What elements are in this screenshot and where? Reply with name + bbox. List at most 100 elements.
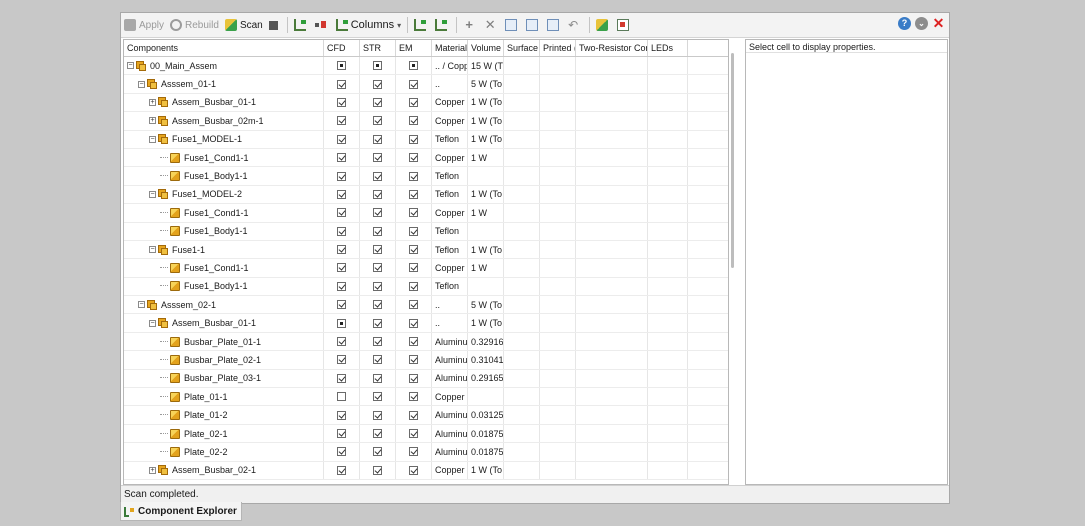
cell-material[interactable]: .. / Copp bbox=[432, 57, 468, 75]
collapse-node-icon[interactable]: − bbox=[149, 135, 156, 143]
cell-printed[interactable] bbox=[540, 112, 576, 130]
table-row[interactable]: + Assem_Busbar_02m-1 Copper 1 W (To bbox=[124, 112, 728, 131]
cell-two-resistor[interactable] bbox=[576, 167, 648, 185]
cell-volume[interactable]: 0.01875: bbox=[468, 443, 504, 461]
em-checkbox[interactable] bbox=[409, 447, 418, 457]
cell-two-resistor[interactable] bbox=[576, 222, 648, 240]
cfd-checkbox[interactable] bbox=[337, 171, 346, 181]
cell-two-resistor[interactable] bbox=[576, 75, 648, 93]
header-em[interactable]: EM bbox=[396, 40, 432, 56]
str-checkbox[interactable] bbox=[373, 392, 382, 402]
str-checkbox[interactable] bbox=[373, 134, 382, 144]
cell-printed[interactable] bbox=[540, 424, 576, 443]
table-row[interactable]: Plate_01-1 Copper bbox=[124, 388, 728, 407]
cfd-checkbox[interactable] bbox=[337, 447, 346, 457]
cell-component[interactable]: Fuse1_Cond1-1 bbox=[124, 148, 324, 167]
cell-leds[interactable] bbox=[648, 185, 688, 204]
cell-material[interactable]: Aluminu bbox=[432, 369, 468, 388]
cell-component[interactable]: Fuse1_Body1-1 bbox=[124, 277, 324, 296]
table-row[interactable]: Fuse1_Cond1-1 Copper 1 W bbox=[124, 259, 728, 278]
cell-volume[interactable]: 1 W bbox=[468, 259, 504, 277]
cell-printed[interactable] bbox=[540, 167, 576, 185]
str-checkbox[interactable] bbox=[373, 61, 382, 71]
cell-component[interactable]: + Assem_Busbar_02-1 bbox=[124, 461, 324, 479]
str-checkbox[interactable] bbox=[373, 208, 382, 218]
em-checkbox[interactable] bbox=[409, 208, 418, 218]
cell-volume[interactable]: 0.01875: bbox=[468, 424, 504, 443]
cell-printed[interactable] bbox=[540, 314, 576, 332]
cell-material[interactable]: Aluminu bbox=[432, 443, 468, 461]
table-row[interactable]: Fuse1_Cond1-1 Copper 1 W bbox=[124, 204, 728, 223]
cell-two-resistor[interactable] bbox=[576, 388, 648, 406]
collapse-node-icon[interactable]: − bbox=[138, 80, 145, 88]
cfd-checkbox[interactable] bbox=[337, 429, 346, 438]
cell-two-resistor[interactable] bbox=[576, 424, 648, 443]
cell-surface[interactable] bbox=[504, 277, 540, 296]
add-button[interactable]: + bbox=[460, 15, 481, 35]
em-checkbox[interactable] bbox=[409, 134, 418, 144]
str-checkbox[interactable] bbox=[373, 355, 382, 365]
cell-printed[interactable] bbox=[540, 148, 576, 167]
cell-component[interactable]: + Assem_Busbar_02m-1 bbox=[124, 112, 324, 130]
em-checkbox[interactable] bbox=[409, 429, 418, 438]
cell-leds[interactable] bbox=[648, 461, 688, 479]
em-checkbox[interactable] bbox=[409, 97, 418, 107]
table-row[interactable]: Busbar_Plate_03-1 Aluminu 0.29165! bbox=[124, 369, 728, 389]
cell-two-resistor[interactable] bbox=[576, 240, 648, 259]
em-checkbox[interactable] bbox=[409, 373, 418, 383]
cell-volume[interactable]: 1 W bbox=[468, 204, 504, 222]
str-checkbox[interactable] bbox=[373, 373, 382, 383]
cell-volume[interactable] bbox=[468, 388, 504, 406]
cell-component[interactable]: Busbar_Plate_02-1 bbox=[124, 351, 324, 369]
cell-two-resistor[interactable] bbox=[576, 57, 648, 75]
cfd-checkbox[interactable] bbox=[337, 392, 346, 402]
cell-volume[interactable] bbox=[468, 167, 504, 185]
cell-printed[interactable] bbox=[540, 130, 576, 148]
collapse-node-icon[interactable]: − bbox=[127, 62, 134, 70]
str-checkbox[interactable] bbox=[373, 410, 382, 420]
cfd-checkbox[interactable] bbox=[337, 226, 346, 236]
cell-material[interactable]: Teflon bbox=[432, 167, 468, 185]
cell-two-resistor[interactable] bbox=[576, 369, 648, 388]
materials-button[interactable] bbox=[593, 15, 614, 35]
header-two-resistor[interactable]: Two-Resistor Cor bbox=[576, 40, 648, 56]
cell-leds[interactable] bbox=[648, 148, 688, 167]
cell-leds[interactable] bbox=[648, 167, 688, 185]
cell-two-resistor[interactable] bbox=[576, 112, 648, 130]
cell-component[interactable]: − Fuse1-1 bbox=[124, 240, 324, 259]
cell-material[interactable]: Aluminu bbox=[432, 332, 468, 351]
vertical-scrollbar[interactable] bbox=[731, 53, 734, 268]
paste-button[interactable] bbox=[544, 15, 565, 35]
cell-component[interactable]: Fuse1_Cond1-1 bbox=[124, 259, 324, 277]
cell-material[interactable]: Copper bbox=[432, 93, 468, 112]
cell-leds[interactable] bbox=[648, 277, 688, 296]
table-row[interactable]: Plate_01-2 Aluminu 0.03125( bbox=[124, 406, 728, 425]
expand-tree-button[interactable] bbox=[291, 15, 312, 35]
cell-surface[interactable] bbox=[504, 314, 540, 332]
cell-printed[interactable] bbox=[540, 332, 576, 351]
cell-volume[interactable]: 15 W (T bbox=[468, 57, 504, 75]
table-row[interactable]: Plate_02-2 Aluminu 0.01875: bbox=[124, 443, 728, 462]
cell-surface[interactable] bbox=[504, 259, 540, 277]
grid-view-button[interactable] bbox=[614, 15, 635, 35]
cell-leds[interactable] bbox=[648, 351, 688, 369]
table-row[interactable]: + Assem_Busbar_02-1 Copper 1 W (To bbox=[124, 461, 728, 480]
table-row[interactable]: Fuse1_Cond1-1 Copper 1 W bbox=[124, 148, 728, 168]
cell-two-resistor[interactable] bbox=[576, 185, 648, 204]
cell-surface[interactable] bbox=[504, 75, 540, 93]
collapse-node-icon[interactable]: − bbox=[138, 301, 145, 309]
header-str[interactable]: STR bbox=[360, 40, 396, 56]
add-column-button[interactable] bbox=[411, 15, 432, 35]
em-checkbox[interactable] bbox=[409, 410, 418, 420]
cfd-checkbox[interactable] bbox=[337, 134, 346, 144]
cell-material[interactable]: Teflon bbox=[432, 185, 468, 204]
expand-node-icon[interactable]: + bbox=[149, 466, 156, 474]
table-row[interactable]: − Fuse1_MODEL-1 Teflon 1 W (To bbox=[124, 130, 728, 149]
em-checkbox[interactable] bbox=[409, 318, 418, 328]
cell-volume[interactable]: 1 W bbox=[468, 148, 504, 167]
cell-leds[interactable] bbox=[648, 240, 688, 259]
cell-two-resistor[interactable] bbox=[576, 332, 648, 351]
cell-two-resistor[interactable] bbox=[576, 93, 648, 112]
em-checkbox[interactable] bbox=[409, 355, 418, 365]
cell-component[interactable]: − Fuse1_MODEL-2 bbox=[124, 185, 324, 204]
